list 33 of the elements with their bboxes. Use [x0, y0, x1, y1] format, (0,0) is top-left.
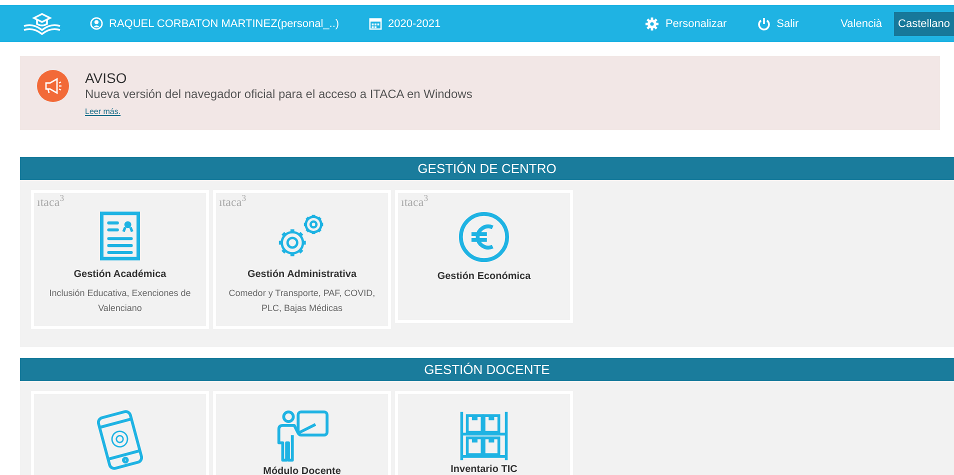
module-title: Gestión Administrativa: [247, 269, 357, 280]
section-header: GESTIÓN DOCENTE: [20, 358, 954, 381]
document-icon: [100, 211, 140, 261]
module-title: Gestión Económica: [437, 271, 531, 282]
megaphone-icon: [37, 70, 69, 102]
module-title: Módulo Docente: [263, 466, 341, 475]
shelf-boxes-icon: [458, 410, 510, 462]
tablet-email-icon: [97, 410, 143, 470]
module-card[interactable]: Módulo Docente: [213, 391, 391, 475]
settings-icon: [645, 16, 660, 30]
read-more-link[interactable]: Leer más.: [85, 107, 121, 116]
module-title: Gestión Académica: [74, 269, 166, 280]
module-card[interactable]: Inventario TIC: [395, 391, 573, 475]
module-card[interactable]: ıtaca$^{3}$ Gestión Económica: [395, 190, 573, 323]
language-tab[interactable]: Castellano: [894, 12, 954, 36]
book-graduation-cap-icon: [22, 12, 62, 36]
euro-icon: [458, 211, 510, 263]
module-card[interactable]: ıtaca$^{3}$ Gestión Administrativa Comedor y Transporte, PAF, COVID, PLC, Bajas Médicas: [213, 190, 391, 329]
module-card[interactable]: ıtaca$^{3}$ Gestión Académica Inclusión Educativa, Exenciones de Valenciano: [31, 190, 209, 329]
notice-message: Nueva versión del navegador oficial para el acceso a ITACA en Windows: [85, 87, 472, 101]
notice-title: AVISO: [85, 70, 128, 86]
module-title: Inventario TIC: [450, 464, 518, 475]
module-description: Comedor y Transporte, PAF, COVID, PLC, Bajas Médicas: [228, 287, 376, 315]
brand-label: ıtaca$^{3}$: [37, 193, 64, 210]
section-header: GESTIÓN DE CENTRO: [20, 157, 954, 180]
power-icon: [756, 16, 771, 30]
module-description: Inclusión Educativa, Exenciones de Valenciano: [48, 287, 192, 315]
calendar-icon: [369, 17, 382, 30]
brand-label: ıtaca$^{3}$: [219, 193, 246, 210]
user-icon: [90, 17, 103, 30]
module-card[interactable]: [31, 391, 209, 475]
teacher-board-icon: [275, 410, 329, 464]
brand-label: ıtaca$^{3}$: [401, 193, 428, 210]
